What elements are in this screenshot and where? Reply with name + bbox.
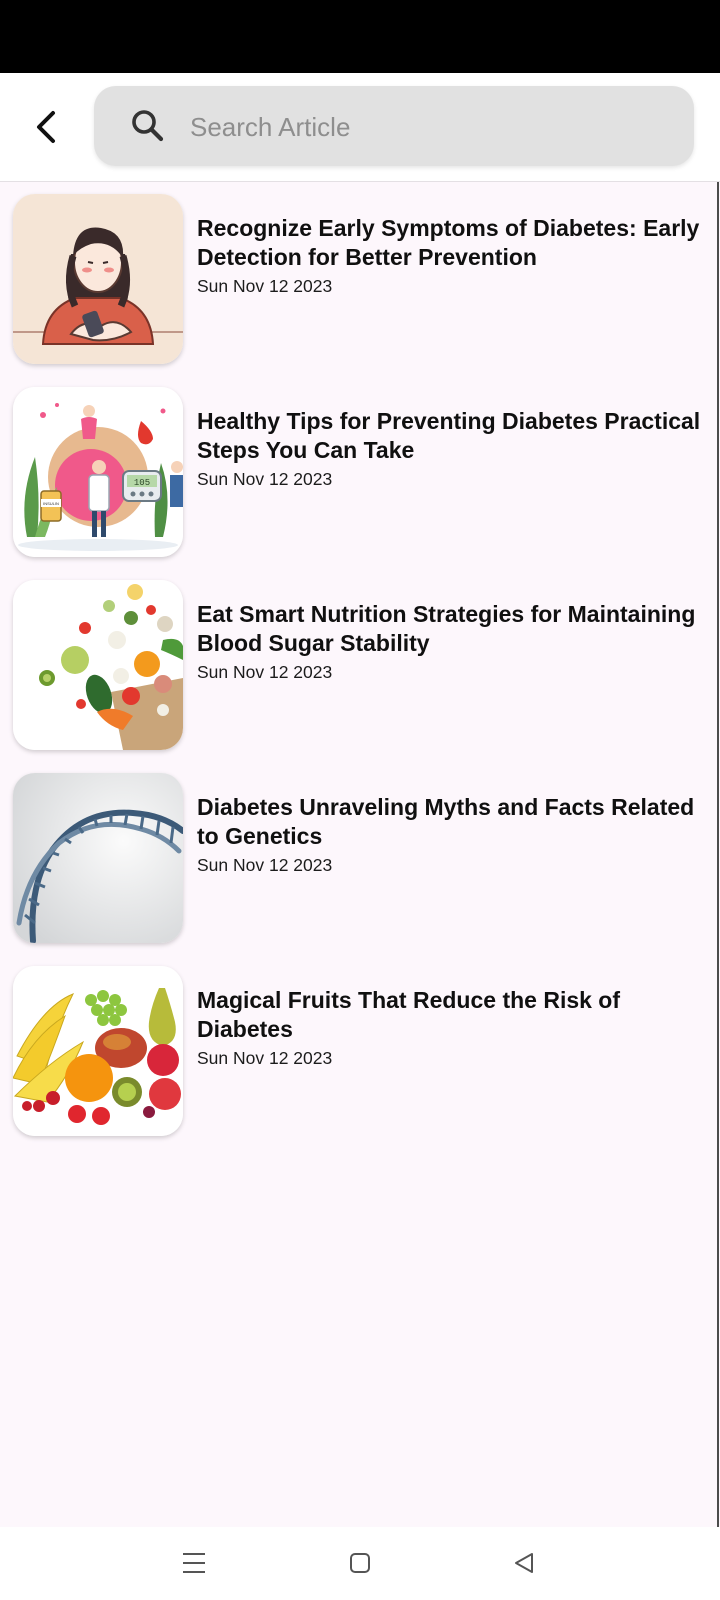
article-item[interactable]: 105 INSULIN Healthy Tips for Preventing … [0,375,716,557]
article-thumbnail: 105 INSULIN [13,387,183,557]
menu-icon [183,1553,205,1573]
woman-checking-blood-glucose-illustration [13,194,183,364]
search-icon [132,110,164,142]
scrollbar [717,182,719,1527]
search-bar[interactable] [94,86,694,166]
svg-text:INSULIN: INSULIN [43,501,59,506]
article-title: Magical Fruits That Reduce the Risk of D… [197,987,621,1042]
article-thumbnail [13,773,183,943]
back-arrow-icon [37,111,55,143]
article-date: Sun Nov 12 2023 [197,1048,333,1068]
back-button[interactable] [24,101,72,153]
article-item[interactable]: Diabetes Unraveling Myths and Facts Rela… [0,761,716,943]
article-date: Sun Nov 12 2023 [197,469,333,489]
article-title: Diabetes Unraveling Myths and Facts Rela… [197,794,695,849]
assorted-fresh-fruits-photo [13,966,183,1136]
app-bar [0,73,720,182]
article-date: Sun Nov 12 2023 [197,855,333,875]
article-title: Eat Smart Nutrition Strategies for Maint… [197,601,696,656]
article-item[interactable]: Magical Fruits That Reduce the Risk of D… [0,954,716,1136]
article-title: Healthy Tips for Preventing Diabetes Pra… [197,408,701,463]
nav-home-button[interactable] [338,1541,382,1585]
article-title: Recognize Early Symptoms of Diabetes: Ea… [197,215,700,270]
svg-text:105: 105 [134,478,150,488]
back-triangle-icon [515,1553,533,1573]
article-thumbnail [13,194,183,364]
vegetables-and-fruits-paper-bag-photo [13,580,183,750]
article-thumbnail [13,966,183,1136]
system-navigation-bar [0,1527,720,1600]
article-date: Sun Nov 12 2023 [197,276,333,296]
dna-double-helix-image [13,773,183,943]
article-date: Sun Nov 12 2023 [197,662,333,682]
nav-menu-button[interactable] [172,1541,216,1585]
article-thumbnail [13,580,183,750]
doctors-glucometer-insulin-illustration: 105 INSULIN [13,387,183,557]
status-bar [0,0,720,73]
article-item[interactable]: Recognize Early Symptoms of Diabetes: Ea… [0,182,716,364]
search-input[interactable] [188,104,672,150]
home-square-icon [350,1553,370,1573]
article-item[interactable]: Eat Smart Nutrition Strategies for Maint… [0,568,716,750]
nav-back-button[interactable] [502,1541,546,1585]
